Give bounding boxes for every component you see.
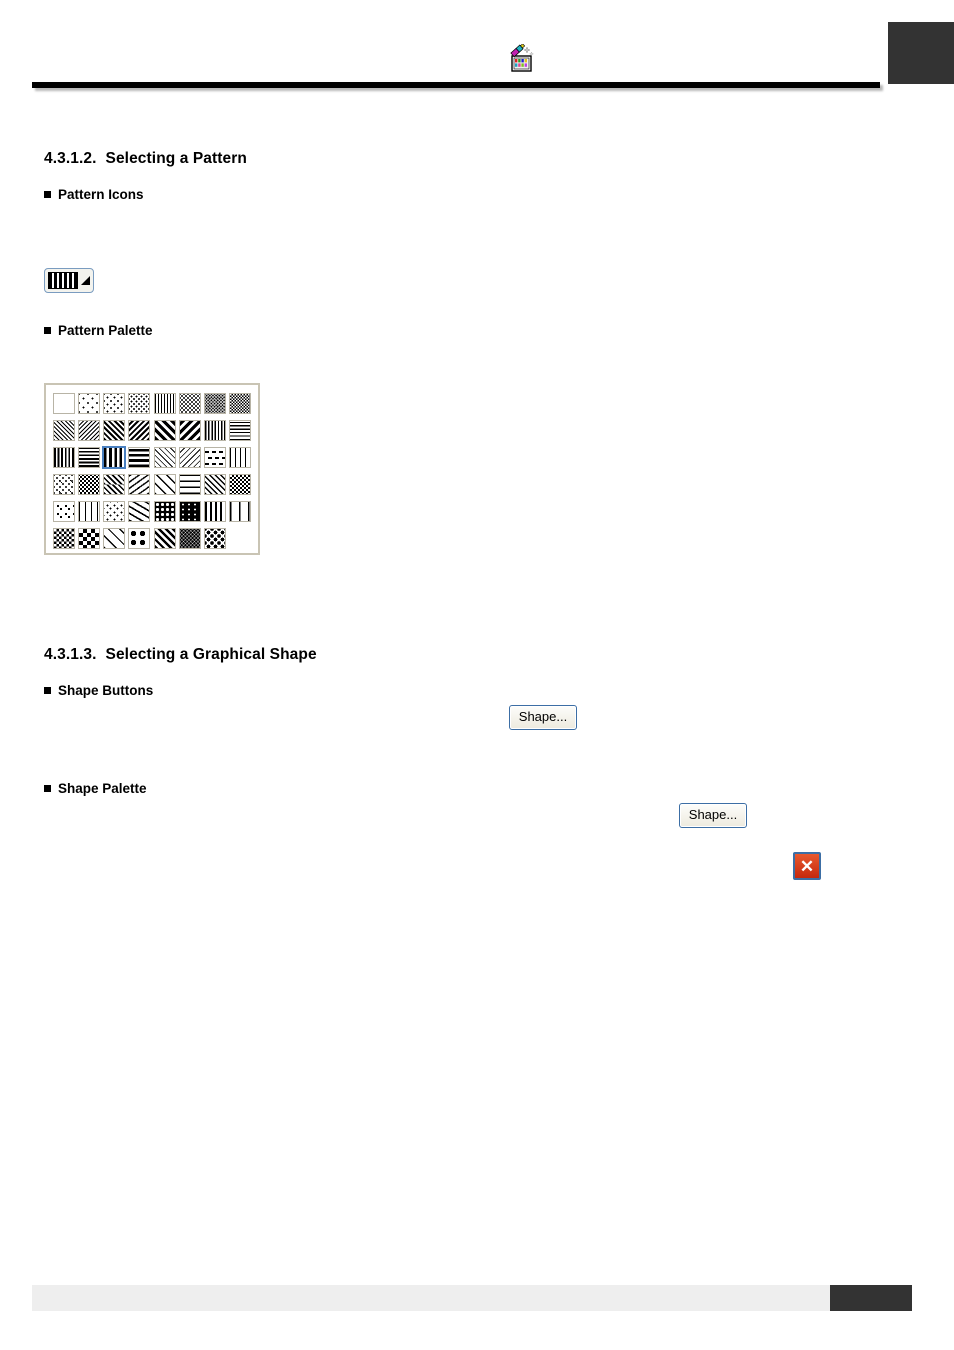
pattern-swatch-dashed-horizontal[interactable] <box>204 447 227 468</box>
pattern-swatch-diagonal-wide-left[interactable] <box>103 420 126 441</box>
pattern-swatch-sparse-dots-5[interactable] <box>77 393 100 414</box>
subsection-label: Shape Palette <box>58 781 147 796</box>
pattern-swatch-speckle-dense[interactable] <box>77 474 100 495</box>
pattern-swatch-cross-dashes[interactable] <box>77 501 100 522</box>
pattern-swatch-dots-40[interactable] <box>204 393 227 414</box>
section-title: Selecting a Pattern <box>105 150 247 167</box>
pattern-swatch-dots-10[interactable] <box>103 393 126 414</box>
bullet-square-icon <box>44 785 51 792</box>
pattern-swatch-dots-50[interactable] <box>229 393 252 414</box>
pattern-swatch-scattered-dots[interactable] <box>52 501 75 522</box>
pattern-swatch-diamond-dense[interactable] <box>153 528 176 549</box>
pattern-swatch-lattice-diagonal[interactable] <box>153 474 176 495</box>
pattern-swatch-ovals-dark[interactable] <box>178 501 201 522</box>
section-number: 4.3.1.2. <box>44 150 97 167</box>
pattern-swatch-diamond-dots[interactable] <box>128 528 151 549</box>
pattern-swatch-speckle-light[interactable] <box>52 474 75 495</box>
pattern-swatch-dots-30[interactable] <box>178 393 201 414</box>
pattern-swatch-curls[interactable] <box>128 501 151 522</box>
subsection-label: Pattern Palette <box>58 323 153 338</box>
pattern-swatch-grid-thin[interactable] <box>229 501 252 522</box>
shape-button-secondary[interactable]: Shape... <box>679 803 747 828</box>
section-number: 4.3.1.3. <box>44 646 97 663</box>
footer-corner-block <box>830 1285 912 1311</box>
pattern-swatch-diamond-outline[interactable] <box>103 528 126 549</box>
dropdown-triangle-icon <box>81 276 90 285</box>
subsection-heading-shape-buttons: Shape Buttons <box>44 683 153 698</box>
pattern-swatch-diagonal-thin-right[interactable] <box>77 420 100 441</box>
page-corner-marker <box>888 22 954 84</box>
pattern-swatch-large-dots-dark[interactable] <box>153 501 176 522</box>
pattern-swatch-diagonal-light-right[interactable] <box>178 447 201 468</box>
subsection-heading-pattern-palette: Pattern Palette <box>44 323 153 338</box>
footer-bar <box>32 1285 912 1311</box>
subsection-heading-pattern-icons: Pattern Icons <box>44 187 144 202</box>
pattern-stripes-swatch-icon <box>48 272 78 289</box>
header-palette-icon <box>506 43 536 74</box>
pattern-palette-grid[interactable] <box>44 383 260 555</box>
bullet-square-icon <box>44 191 51 198</box>
bullet-square-icon <box>44 687 51 694</box>
section-heading-selecting-a-graphical-shape: 4.3.1.3. Selecting a Graphical Shape <box>44 646 317 664</box>
pattern-swatch-diagonal-wide-right[interactable] <box>128 420 151 441</box>
pattern-swatch-dots-20[interactable] <box>128 393 151 414</box>
pattern-swatch-diagonal-thin-left[interactable] <box>52 420 75 441</box>
pattern-swatch-horizontal-bold[interactable] <box>128 447 151 468</box>
section-title: Selecting a Graphical Shape <box>105 646 317 663</box>
pattern-swatch-diagonal-bold-right[interactable] <box>178 420 201 441</box>
pattern-swatch-horizontal-medium[interactable] <box>77 447 100 468</box>
subsection-label: Pattern Icons <box>58 187 144 202</box>
bullet-square-icon <box>44 327 51 334</box>
pattern-swatch-vertical-medium[interactable] <box>52 447 75 468</box>
pattern-swatch-weave-dense[interactable] <box>229 474 252 495</box>
pattern-swatch-grid-bold[interactable] <box>204 501 227 522</box>
pattern-swatch-diagonal-light-left[interactable] <box>153 447 176 468</box>
pattern-swatch-dots-25-vertical[interactable] <box>153 393 176 414</box>
pattern-swatch-plus-dots[interactable] <box>204 528 227 549</box>
pattern-swatch-solid-white[interactable] <box>52 393 75 414</box>
close-button[interactable]: ✕ <box>793 852 821 880</box>
shape-button-primary[interactable]: Shape... <box>509 705 577 730</box>
pattern-swatch-vertical-bold[interactable] <box>102 446 127 469</box>
header-divider-rule <box>32 82 880 88</box>
close-x-icon: ✕ <box>799 856 815 876</box>
pattern-swatch-zigzag[interactable] <box>103 474 126 495</box>
pattern-swatch-wave[interactable] <box>128 474 151 495</box>
pattern-swatch-vertical-thin[interactable] <box>204 420 227 441</box>
subsection-label: Shape Buttons <box>58 683 154 698</box>
pattern-swatch-checker-small[interactable] <box>52 528 75 549</box>
pattern-swatch-empty <box>229 528 251 549</box>
subsection-heading-shape-palette: Shape Palette <box>44 781 147 796</box>
pattern-swatch-herringbone[interactable] <box>204 474 227 495</box>
pattern-swatch-brick[interactable] <box>178 474 201 495</box>
pattern-swatch-dotted-grid[interactable] <box>229 447 252 468</box>
pattern-swatch-dots-diamond-mix[interactable] <box>178 528 201 549</box>
pattern-swatch-horizontal-thin[interactable] <box>229 420 252 441</box>
pattern-dropdown-button[interactable] <box>44 268 94 293</box>
pattern-swatch-sparse-specks[interactable] <box>103 501 126 522</box>
pattern-swatch-diagonal-bold-left[interactable] <box>153 420 176 441</box>
section-heading-selecting-a-pattern: 4.3.1.2. Selecting a Pattern <box>44 150 247 168</box>
pattern-swatch-checker-large[interactable] <box>77 528 100 549</box>
